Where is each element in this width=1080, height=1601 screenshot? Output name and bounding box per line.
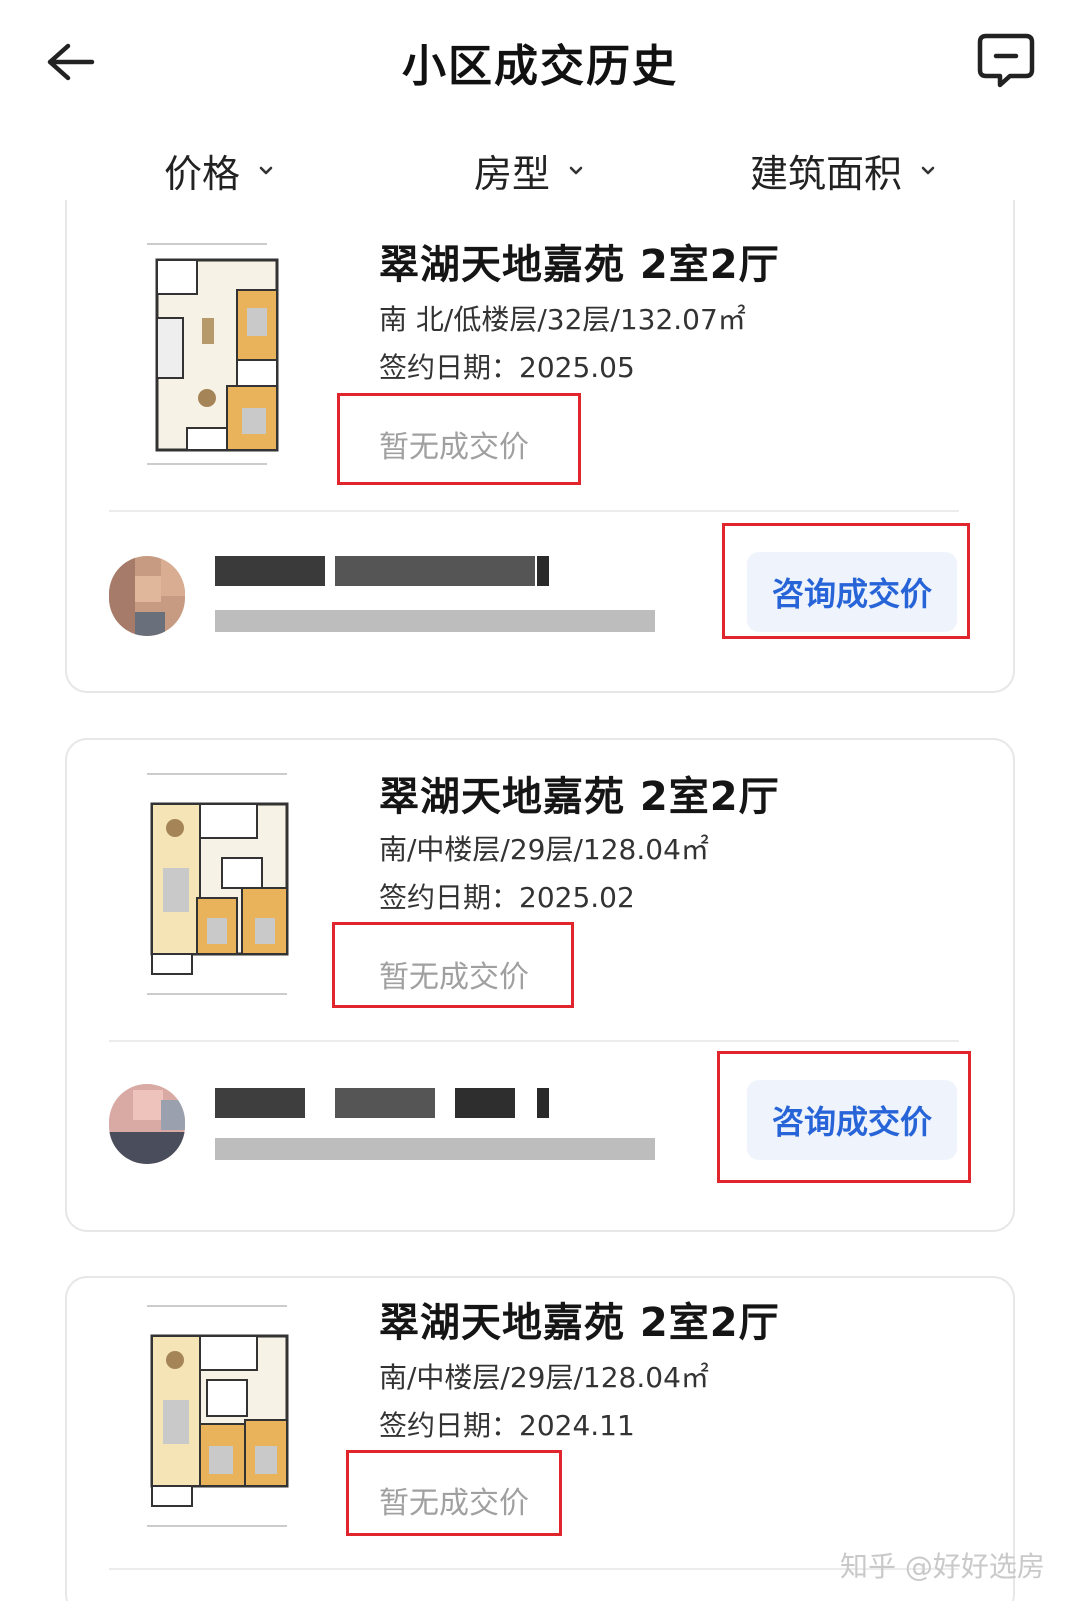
filter-price[interactable]: 价格 [164,140,276,200]
divider [109,510,959,512]
filter-area-label: 建筑面积 [750,151,903,196]
listing-title: 翠湖天地嘉苑 2室2厅 [379,774,780,820]
chevron-down-icon [921,166,935,175]
filter-layout-label: 房型 [474,151,551,196]
listing-meta: 南/中楼层/29层/128.04㎡ [379,833,709,866]
listing-date: 签约日期：2024.11 [379,1409,635,1442]
annotation-box [722,523,970,639]
listing-meta: 南 北/低楼层/32层/132.07㎡ [379,303,746,336]
agent-name-blurred [215,1088,549,1118]
filter-area[interactable]: 建筑面积 [750,140,938,200]
feedback-button[interactable] [976,30,1036,90]
listing-title: 翠湖天地嘉苑 2室2厅 [379,1300,780,1346]
chat-bubble-icon [977,33,1035,88]
chevron-down-icon [569,166,583,175]
listing-date: 签约日期：2025.05 [379,351,635,384]
divider [109,1568,959,1570]
agent-info-blurred [215,610,655,632]
floor-plan-image [147,243,279,465]
divider [109,1040,959,1042]
agent-name-blurred [215,556,549,586]
annotation-box [346,1450,562,1536]
annotation-box [717,1051,971,1183]
annotation-box [337,393,581,485]
agent-avatar [109,1084,185,1164]
floor-plan-image [147,773,289,995]
filter-layout[interactable]: 房型 [474,140,586,200]
listing-card[interactable]: 翠湖天地嘉苑 2室2厅 南/中楼层/29层/128.04㎡ 签约日期：2025.… [65,738,1015,1232]
filter-bar: 价格 房型 建筑面积 [0,130,1080,210]
listing-title: 翠湖天地嘉苑 2室2厅 [379,242,780,288]
page-title: 小区成交历史 [402,41,678,92]
chevron-down-icon [259,166,273,175]
filter-price-label: 价格 [164,151,241,196]
listing-card[interactable]: 翠湖天地嘉苑 2室2厅 南 北/低楼层/32层/132.07㎡ 签约日期：202… [65,200,1015,693]
listing-date: 签约日期：2025.02 [379,881,635,914]
watermark: 知乎 @好好选房 [840,1550,1045,1583]
header-bar: 小区成交历史 [0,0,1080,120]
agent-avatar [109,556,185,636]
listing-meta: 南/中楼层/29层/128.04㎡ [379,1361,709,1394]
agent-info-blurred [215,1138,655,1160]
annotation-box [332,922,574,1008]
floor-plan-image [147,1305,289,1527]
